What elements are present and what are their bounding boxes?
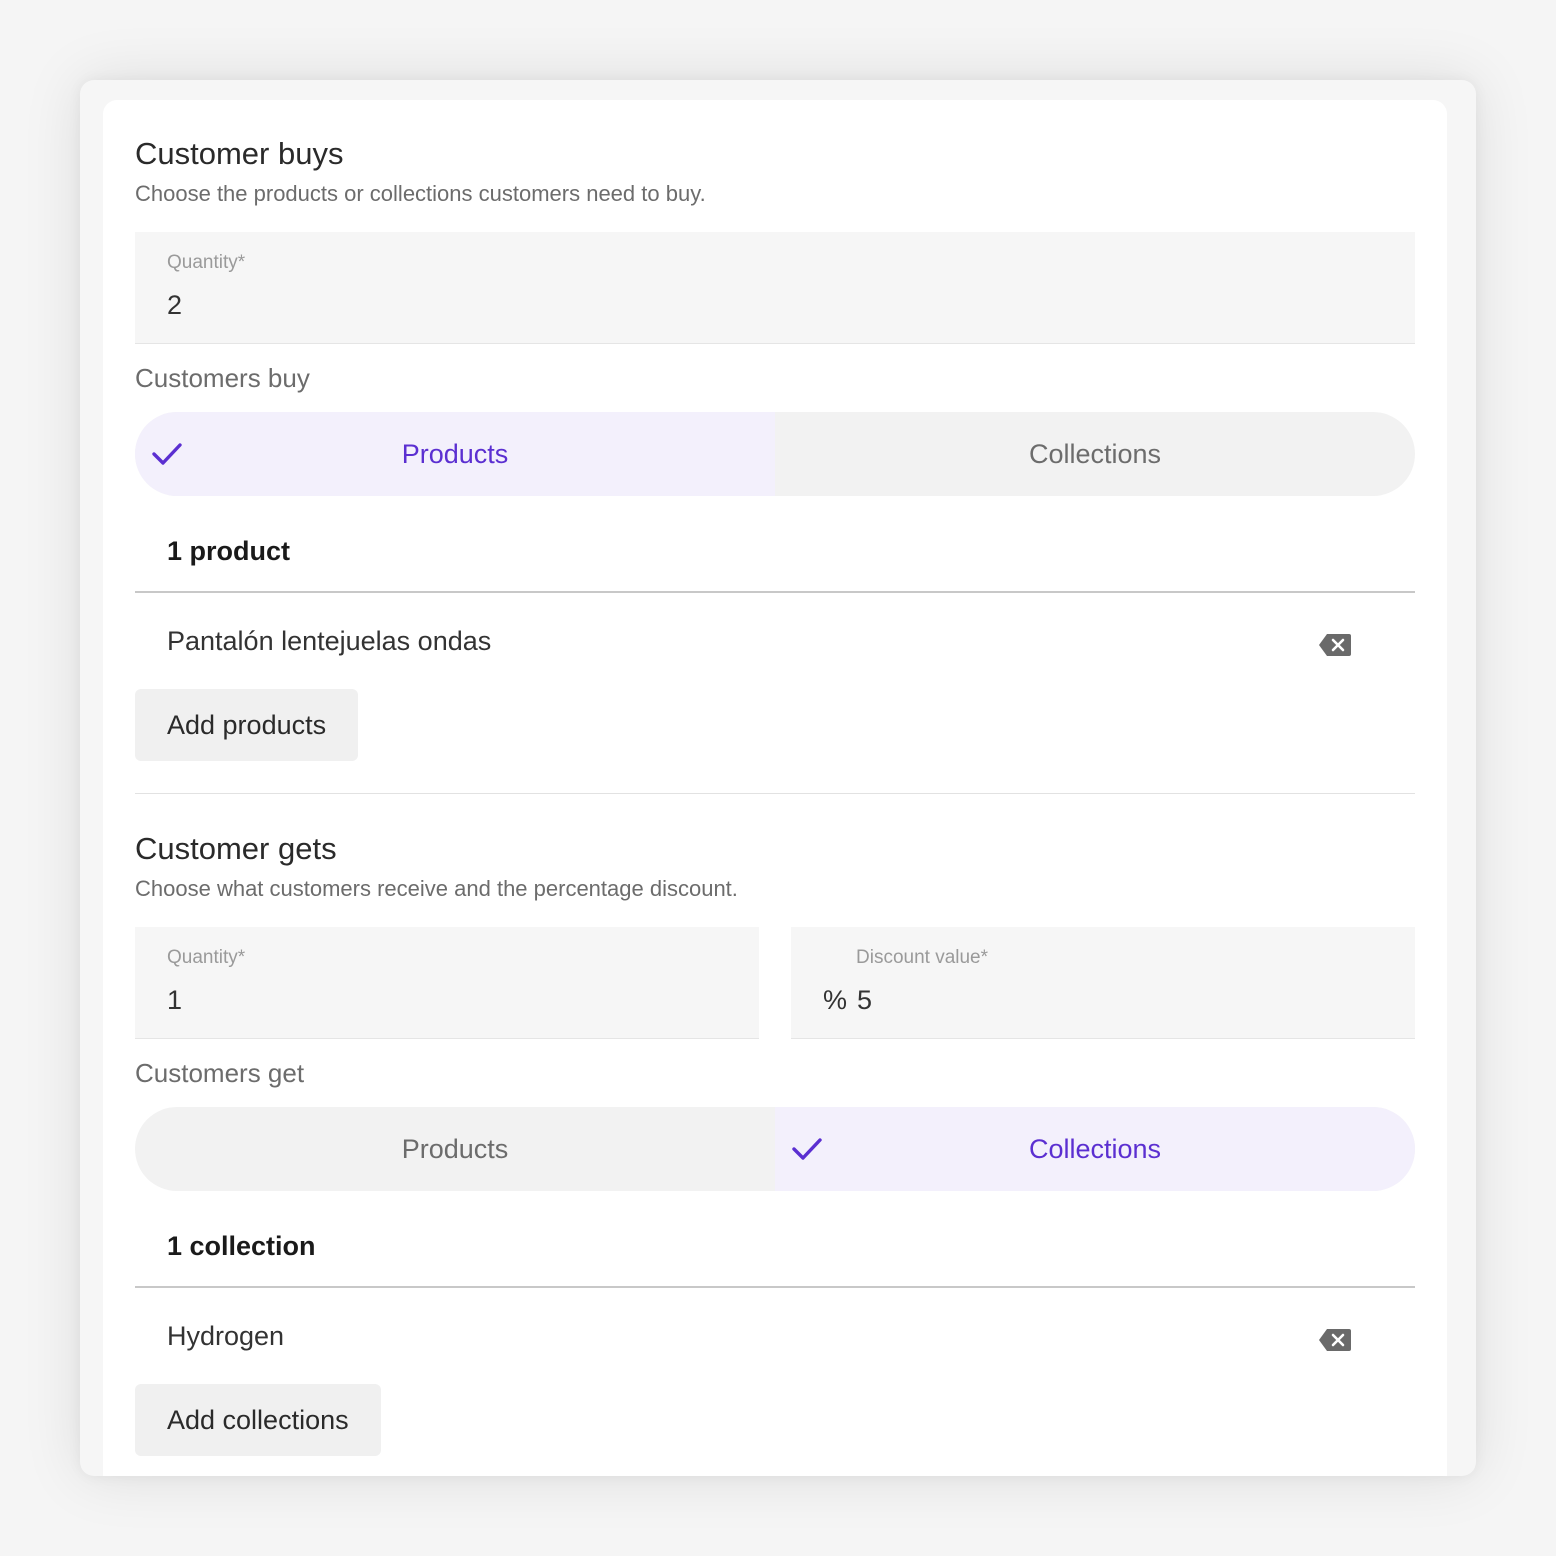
gets-toggle-collections-label: Collections [1028, 1133, 1162, 1164]
customer-buys-subtitle: Choose the products or collections custo… [135, 181, 706, 206]
gets-quantity-value[interactable]: 1 [167, 985, 182, 1016]
gets-toggle-products-label: Products [401, 1133, 509, 1164]
gets-quantity-field[interactable]: Quantity* 1 [135, 927, 759, 1039]
gets-quantity-label: Quantity* [167, 947, 246, 968]
buys-quantity-field[interactable]: Quantity* 2 [135, 232, 1415, 344]
buys-quantity-value[interactable]: 2 [167, 290, 182, 321]
gets-list-item: Hydrogen [167, 1321, 285, 1351]
discount-card: Customer buys Choose the products or col… [103, 100, 1447, 1476]
customers-get-label: Customers get [135, 1058, 305, 1088]
backspace-delete-icon[interactable] [1318, 632, 1352, 658]
discount-value-input[interactable]: 5 [857, 985, 872, 1016]
buys-count-label: 1 product [167, 536, 291, 566]
buys-toggle-collections-label: Collections [1028, 438, 1162, 469]
discount-percent-prefix: % [823, 985, 848, 1015]
add-collections-button[interactable]: Add collections [135, 1384, 381, 1456]
customers-buy-label: Customers buy [135, 363, 310, 393]
customer-buys-title: Customer buys [135, 136, 344, 171]
gets-count-label: 1 collection [167, 1231, 316, 1261]
buys-type-toggle: Products Collections [135, 412, 1415, 496]
gets-list-divider [135, 1286, 1415, 1288]
discount-value-label: Discount value* [856, 947, 989, 968]
check-icon [152, 443, 182, 465]
gets-toggle-collections[interactable]: Collections [775, 1107, 1415, 1191]
form-panel: Customer buys Choose the products or col… [80, 80, 1476, 1476]
add-products-button[interactable]: Add products [135, 689, 359, 761]
discount-value-field[interactable]: Discount value* % 5 [791, 927, 1415, 1039]
check-icon [792, 1138, 822, 1160]
customer-gets-subtitle: Choose what customers receive and the pe… [135, 876, 738, 901]
gets-toggle-products[interactable]: Products [135, 1107, 775, 1191]
buys-quantity-label: Quantity* [167, 252, 246, 273]
section-divider [135, 793, 1415, 794]
buys-toggle-products[interactable]: Products [135, 412, 775, 496]
buys-list-item: Pantalón lentejuelas ondas [167, 626, 492, 656]
customer-gets-title: Customer gets [135, 831, 337, 866]
gets-type-toggle: Products Collections [135, 1107, 1415, 1191]
buys-toggle-products-label: Products [401, 438, 509, 469]
buys-list-divider [135, 591, 1415, 593]
buys-toggle-collections[interactable]: Collections [775, 412, 1415, 496]
backspace-delete-icon[interactable] [1318, 1327, 1352, 1353]
